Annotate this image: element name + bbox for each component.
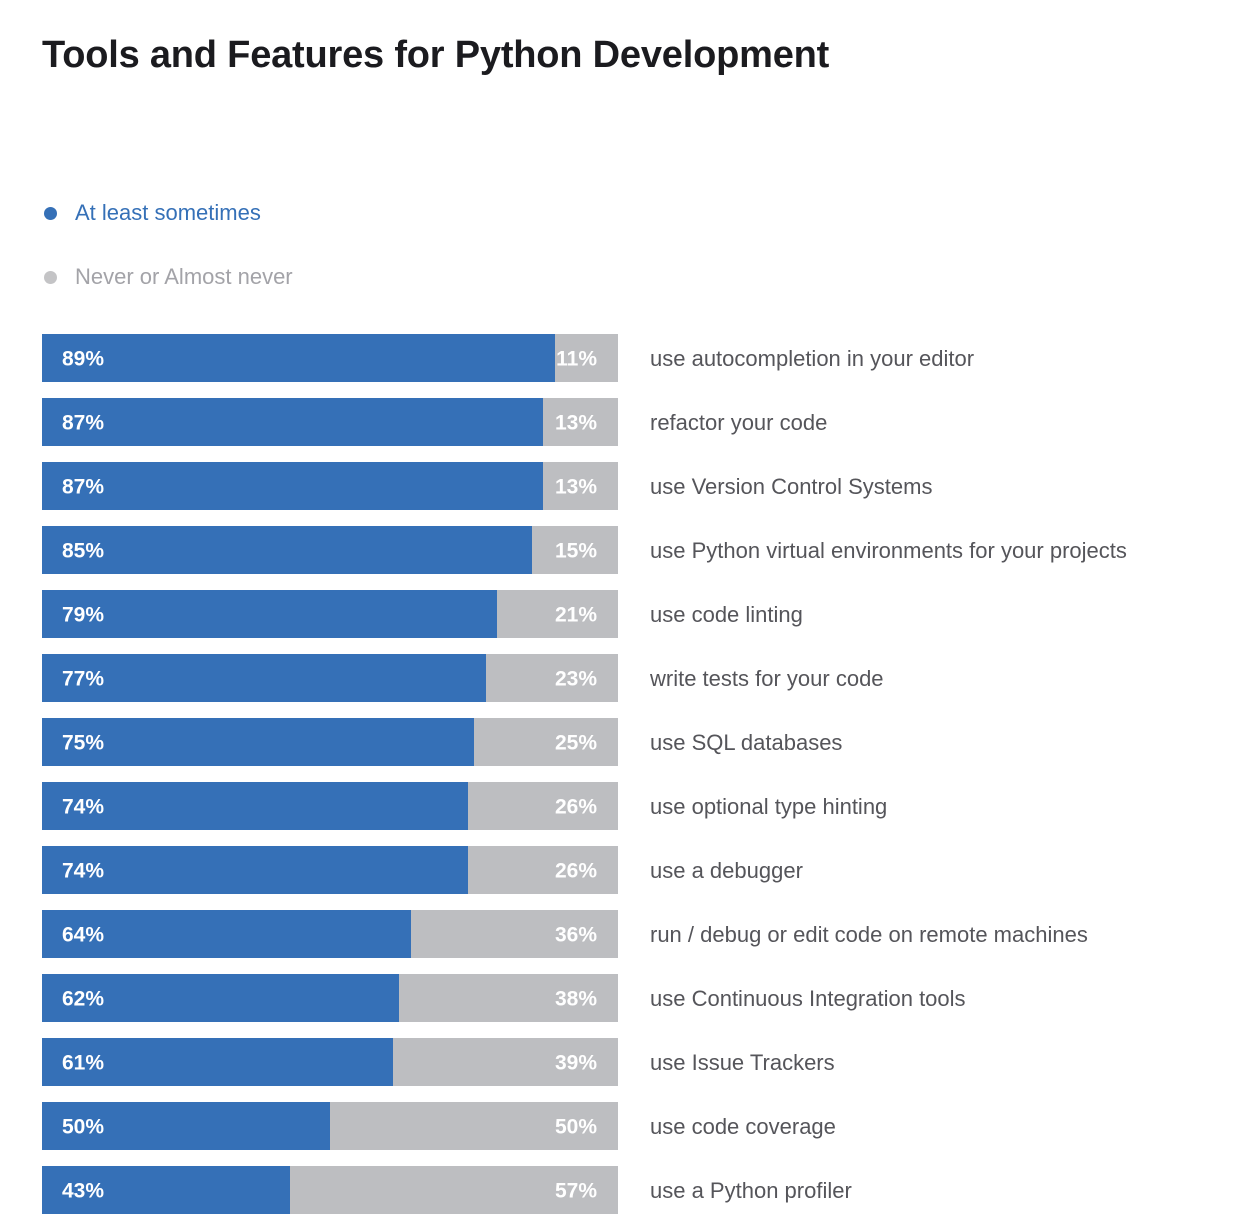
value-label-at-least-sometimes: 74%: [62, 796, 104, 819]
value-label-at-least-sometimes: 50%: [62, 1116, 104, 1139]
bar-row: 87% 13% refactor your code: [42, 398, 827, 446]
category-label: use a Python profiler: [650, 1178, 852, 1203]
bar-row: 50% 50% use code coverage: [42, 1102, 836, 1150]
category-label: use Version Control Systems: [650, 474, 932, 499]
bar-row: 74% 26% use optional type hinting: [42, 782, 887, 830]
category-label: use optional type hinting: [650, 794, 887, 819]
category-label: use a debugger: [650, 858, 803, 883]
bar-segment-at-least-sometimes: [42, 462, 543, 510]
category-label: use autocompletion in your editor: [650, 346, 974, 371]
value-label-at-least-sometimes: 85%: [62, 540, 104, 563]
value-label-never: 36%: [555, 924, 597, 947]
value-label-never: 57%: [555, 1180, 597, 1203]
bar-segment-at-least-sometimes: [42, 398, 543, 446]
bar-row: 61% 39% use Issue Trackers: [42, 1038, 835, 1086]
category-label: refactor your code: [650, 410, 827, 435]
bar-row: 87% 13% use Version Control Systems: [42, 462, 932, 510]
category-label: write tests for your code: [649, 666, 884, 691]
value-label-at-least-sometimes: 74%: [62, 860, 104, 883]
bar-row: 77% 23% write tests for your code: [42, 654, 884, 702]
bar-segment-at-least-sometimes: [42, 590, 497, 638]
value-label-never: 11%: [556, 348, 597, 371]
bar-row: 89% 11% use autocompletion in your editor: [42, 334, 974, 382]
category-label: run / debug or edit code on remote machi…: [650, 922, 1088, 947]
bar-row: 75% 25% use SQL databases: [42, 718, 842, 766]
value-label-never: 15%: [555, 540, 597, 563]
category-label: use code coverage: [650, 1114, 836, 1139]
bar-segment-at-least-sometimes: [42, 334, 555, 382]
value-label-never: 38%: [555, 988, 597, 1011]
value-label-never: 50%: [555, 1116, 597, 1139]
value-label-at-least-sometimes: 64%: [62, 924, 104, 947]
category-label: use code linting: [650, 602, 803, 627]
bar-row: 43% 57% use a Python profiler: [42, 1166, 852, 1214]
category-label: use Issue Trackers: [650, 1050, 835, 1075]
bar-segment-at-least-sometimes: [42, 718, 474, 766]
stacked-bar-chart: 89% 11% use autocompletion in your editor8…: [42, 334, 1127, 1214]
bar-segment-at-least-sometimes: [42, 654, 486, 702]
bar-row: 79% 21% use code linting: [42, 590, 803, 638]
category-label: use SQL databases: [650, 730, 842, 755]
bar-segment-at-least-sometimes: [42, 782, 468, 830]
value-label-at-least-sometimes: 79%: [62, 604, 104, 627]
value-label-at-least-sometimes: 77%: [62, 668, 104, 691]
value-label-at-least-sometimes: 43%: [62, 1180, 104, 1203]
value-label-never: 13%: [555, 412, 597, 435]
value-label-at-least-sometimes: 89%: [62, 348, 104, 371]
value-label-at-least-sometimes: 61%: [62, 1052, 104, 1075]
value-label-at-least-sometimes: 87%: [62, 476, 104, 499]
bar-segment-at-least-sometimes: [42, 526, 532, 574]
category-label: use Python virtual environments for your…: [650, 538, 1127, 563]
bar-segment-at-least-sometimes: [42, 846, 468, 894]
bar-row: 74% 26% use a debugger: [42, 846, 803, 894]
value-label-never: 26%: [555, 860, 597, 883]
bar-row: 62% 38% use Continuous Integration tools: [42, 974, 966, 1022]
category-label: use Continuous Integration tools: [650, 986, 966, 1011]
value-label-never: 21%: [555, 604, 597, 627]
value-label-at-least-sometimes: 62%: [62, 988, 104, 1011]
value-label-never: 23%: [555, 668, 597, 691]
bar-row: 85% 15% use Python virtual environments fo…: [42, 526, 1127, 574]
value-label-never: 25%: [555, 732, 597, 755]
value-label-never: 13%: [555, 476, 597, 499]
bar-row: 64% 36% run / debug or edit code on remote…: [42, 910, 1088, 958]
value-label-at-least-sometimes: 75%: [62, 732, 104, 755]
value-label-never: 39%: [555, 1052, 597, 1075]
value-label-at-least-sometimes: 87%: [62, 412, 104, 435]
value-label-never: 26%: [555, 796, 597, 819]
